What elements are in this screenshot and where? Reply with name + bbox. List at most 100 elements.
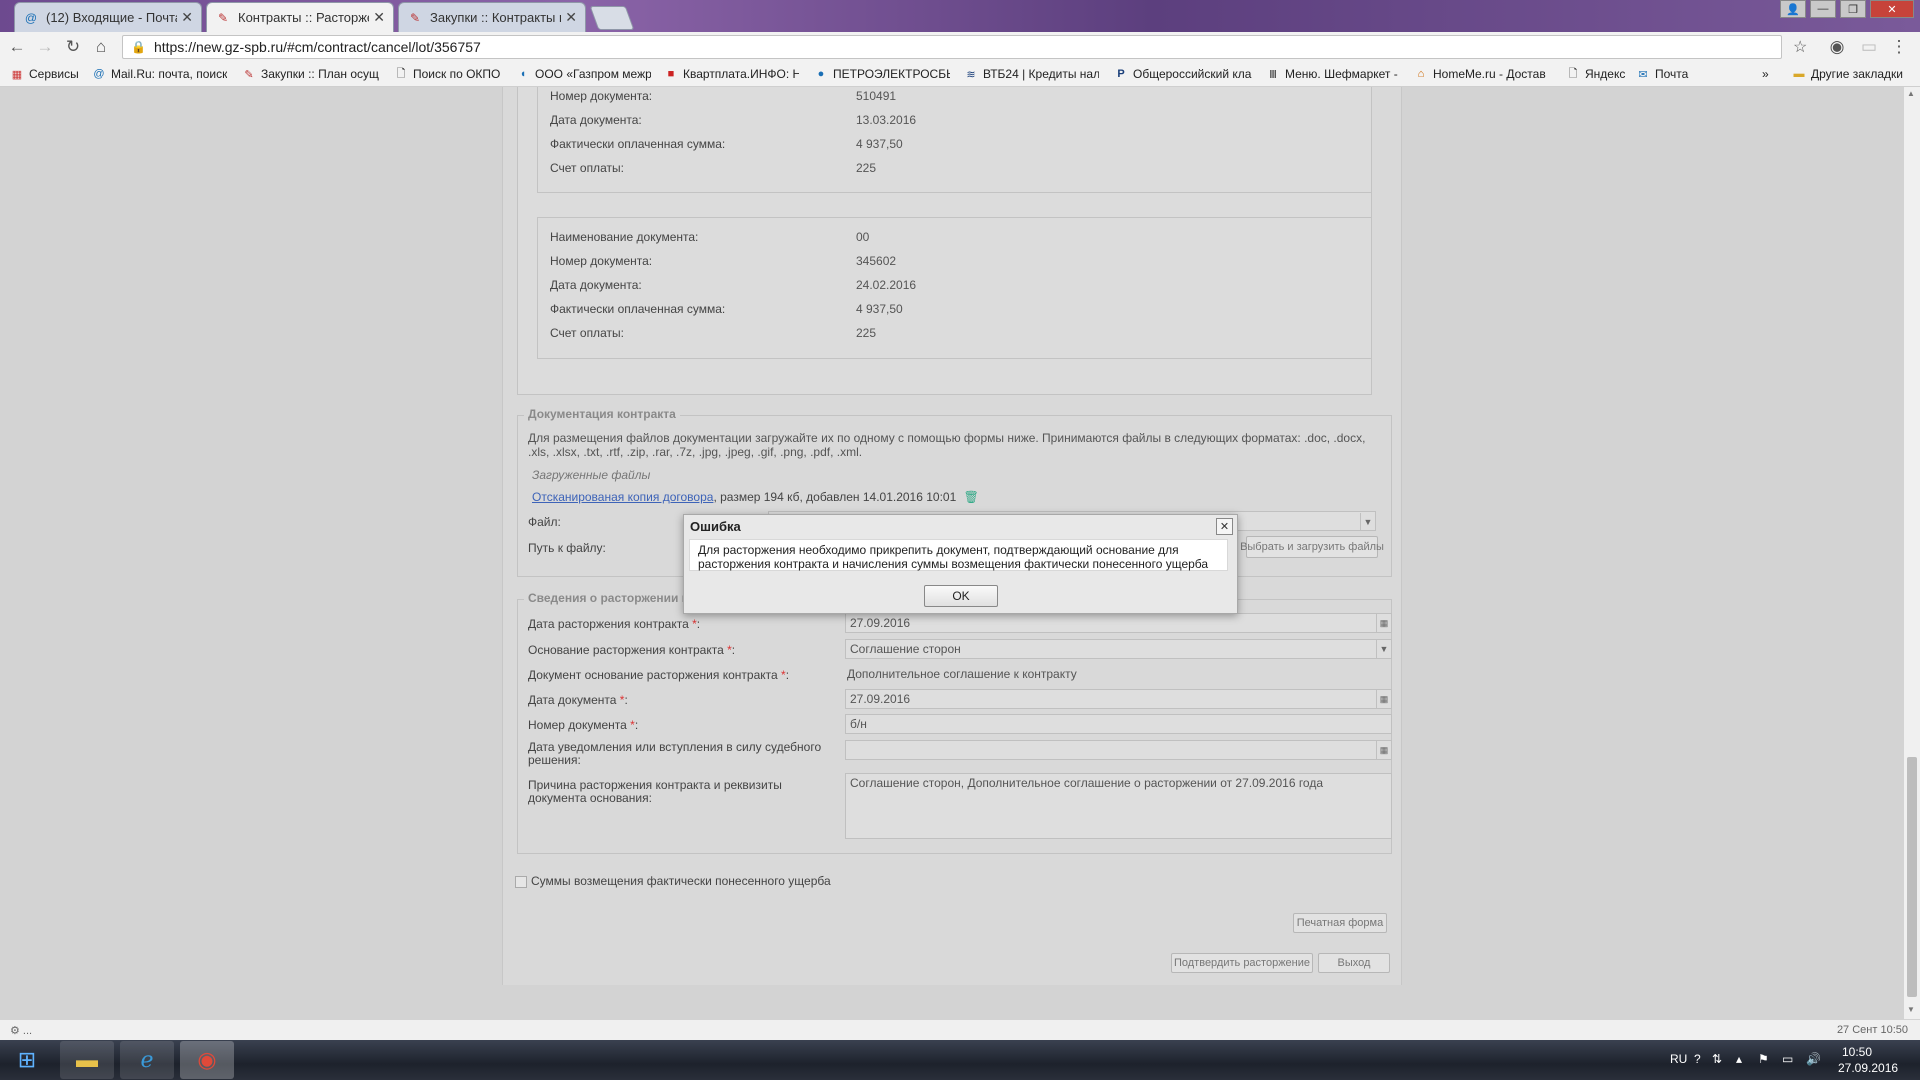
- show-hidden-icons[interactable]: ▴: [1736, 1052, 1742, 1066]
- bookmark-item[interactable]: 🗋 Поиск по ОКПО: [394, 65, 506, 83]
- volume-icon[interactable]: 🔊: [1806, 1052, 1821, 1066]
- lock-icon: 🔒: [131, 40, 146, 54]
- scroll-up-icon[interactable]: ▲: [1907, 89, 1915, 98]
- bookmark-item[interactable]: ▦ Сервисы: [10, 65, 82, 83]
- documentation-hint-line2: .xls, .xlsx, .txt, .rtf, .zip, .rar, .7z…: [528, 445, 863, 459]
- home-icon[interactable]: ⌂: [90, 36, 112, 58]
- confirm-cancel-button[interactable]: Подтвердить расторжение: [1171, 953, 1313, 973]
- bookmarks-more-button[interactable]: »: [1762, 65, 1776, 83]
- doc-date-input[interactable]: 27.09.2016: [845, 689, 1392, 709]
- doc1-number-label: Номер документа:: [550, 89, 653, 103]
- page-icon: 🗋: [1568, 67, 1578, 80]
- damages-checkbox[interactable]: [515, 876, 527, 888]
- folder-icon: ▬: [1793, 68, 1805, 80]
- browser-tab-strip: @ (12) Входящие - Почта Mail.Ru ✕ ✎ Конт…: [0, 0, 1920, 32]
- new-tab-button[interactable]: [589, 6, 635, 30]
- notify-date-input[interactable]: [845, 740, 1392, 760]
- bookmark-item[interactable]: ⌂ HomeMe.ru - Достав: [1414, 65, 1550, 83]
- bookmark-item[interactable]: ◖ ООО «Газпром межр: [516, 65, 651, 83]
- display-icon[interactable]: ▭: [1782, 1052, 1793, 1066]
- bookmark-star-icon[interactable]: ☆: [1793, 37, 1807, 57]
- bookmark-label: ВТБ24 | Кредиты нал: [983, 67, 1099, 81]
- notify-date-label-line1: Дата уведомления или вступления в силу с…: [528, 740, 822, 754]
- help-icon[interactable]: ?: [1694, 1052, 1701, 1066]
- user-profile-button[interactable]: 👤: [1780, 0, 1806, 18]
- doc-number-input[interactable]: б/н: [845, 714, 1392, 734]
- payment-document-2: Наименование документа: 00 Номер докумен…: [537, 217, 1372, 359]
- gz-spb-icon: ✎: [217, 10, 229, 25]
- clock-time[interactable]: 10:50: [1842, 1045, 1872, 1059]
- chevron-down-icon[interactable]: ▼: [1360, 513, 1375, 531]
- error-dialog: Ошибка ✕ Для расторжения необходимо прик…: [683, 514, 1238, 614]
- gazprom-icon: ◖: [519, 68, 527, 80]
- bookmark-label: Закупки :: План осущ: [261, 67, 379, 81]
- bookmark-item[interactable]: ✉ Почта: [1636, 65, 1698, 83]
- bookmark-item[interactable]: @ Mail.Ru: почта, поиск: [92, 65, 227, 83]
- window-close-button[interactable]: ✕: [1870, 0, 1914, 18]
- dialog-title: Ошибка: [690, 519, 741, 534]
- extension-icon-2[interactable]: ▭: [1858, 36, 1880, 58]
- address-bar[interactable]: 🔒 https://new.gz-spb.ru/#cm/contract/can…: [122, 35, 1782, 59]
- doc1-date-label: Дата документа:: [550, 113, 642, 127]
- bookmark-label: HomeMe.ru - Достав: [1433, 67, 1546, 81]
- calendar-icon[interactable]: ▦: [1376, 614, 1391, 632]
- chevron-down-icon[interactable]: ▼: [1376, 640, 1391, 658]
- tab-mail[interactable]: @ (12) Входящие - Почта Mail.Ru ✕: [14, 2, 202, 32]
- other-bookmarks-folder[interactable]: ▬ Другие закладки: [1792, 65, 1917, 83]
- calendar-icon[interactable]: ▦: [1376, 690, 1391, 708]
- menu-icon[interactable]: ⋮: [1888, 36, 1910, 58]
- reason-textarea[interactable]: Соглашение сторон, Дополнительное соглаш…: [845, 773, 1392, 839]
- close-tab-icon[interactable]: ✕: [373, 9, 385, 26]
- homeme-icon: ⌂: [1417, 68, 1425, 80]
- close-icon[interactable]: ✕: [1216, 518, 1233, 535]
- chrome-icon[interactable]: ◉: [180, 1041, 234, 1079]
- restore-button[interactable]: ❐: [1840, 0, 1866, 18]
- exit-button[interactable]: Выход: [1318, 953, 1390, 973]
- bookmark-item[interactable]: ● ПЕТРОЭЛЕКТРОСБЫТ: [814, 65, 950, 83]
- doc2-number-label: Номер документа:: [550, 254, 653, 268]
- scroll-down-icon[interactable]: ▼: [1907, 1005, 1915, 1014]
- action-center-icon[interactable]: ⚑: [1758, 1052, 1769, 1066]
- scroll-thumb[interactable]: [1907, 757, 1917, 997]
- cancel-date-input[interactable]: 27.09.2016: [845, 613, 1392, 633]
- doc2-name-value: 00: [856, 230, 870, 244]
- calendar-icon[interactable]: ▦: [1376, 741, 1391, 759]
- clock-date[interactable]: 27.09.2016: [1838, 1061, 1898, 1075]
- uploaded-files-title: Загруженные файлы: [532, 468, 651, 482]
- file-explorer-icon[interactable]: ▬: [60, 1041, 114, 1079]
- back-icon[interactable]: ←: [6, 36, 28, 58]
- reload-icon[interactable]: ↻: [62, 36, 84, 58]
- print-form-button[interactable]: Печатная форма: [1293, 913, 1387, 933]
- extension-icon[interactable]: ◉: [1826, 36, 1848, 58]
- forward-icon[interactable]: →: [34, 36, 56, 58]
- bookmarks-more-label: »: [1762, 67, 1769, 81]
- uploaded-file-meta: , размер 194 кб, добавлен 14.01.2016 10:…: [713, 490, 957, 504]
- doc1-number-value: 510491: [856, 89, 897, 103]
- bookmark-item[interactable]: ■ Квартплата.ИНФО: Н: [664, 65, 799, 83]
- kvartplata-icon: ■: [667, 68, 675, 80]
- close-tab-icon[interactable]: ✕: [181, 9, 193, 26]
- tab-purchases[interactable]: ✎ Закупки :: Контракты на ✕: [398, 2, 586, 32]
- documentation-legend: Документация контракта: [524, 407, 680, 421]
- close-tab-icon[interactable]: ✕: [565, 9, 577, 26]
- upload-files-button[interactable]: Выбрать и загрузить файлы: [1240, 536, 1384, 558]
- tab-contracts-cancel[interactable]: ✎ Контракты :: Расторжение ✕: [206, 2, 394, 32]
- delete-file-icon[interactable]: 🗑: [964, 490, 979, 504]
- doc1-sum-label: Фактически оплаченная сумма:: [550, 137, 726, 151]
- ok-button[interactable]: OK: [924, 585, 998, 607]
- bookmarks-bar: ▦ Сервисы @ Mail.Ru: почта, поиск ✎ Закупки…: [0, 62, 1920, 87]
- bookmark-item[interactable]: Р Общероссийский кла: [1114, 65, 1256, 83]
- uploaded-file-link[interactable]: Отсканированая копия договора: [532, 490, 713, 504]
- bookmark-item[interactable]: 🗋 Яндекс: [1566, 65, 1628, 83]
- bookmark-item[interactable]: ≋ ВТБ24 | Кредиты нал: [964, 65, 1099, 83]
- page-scrollbar[interactable]: ▲ ▼: [1904, 87, 1920, 1019]
- cancel-basis-select[interactable]: Соглашение сторон: [845, 639, 1392, 659]
- network-icon[interactable]: ⇅: [1712, 1052, 1722, 1066]
- bookmark-item[interactable]: Ⅲ Меню. Шефмаркет -: [1266, 65, 1400, 83]
- internet-explorer-icon[interactable]: ℯ: [120, 1041, 174, 1079]
- bookmark-item[interactable]: ✎ Закупки :: План осущ: [242, 65, 382, 83]
- cancellation-details-fieldset: Сведения о расторжении к Дата расторжени…: [517, 591, 1392, 854]
- minimize-button[interactable]: —: [1810, 0, 1836, 18]
- language-indicator[interactable]: RU: [1670, 1052, 1687, 1066]
- windows-start-icon[interactable]: ⊞: [2, 1041, 52, 1079]
